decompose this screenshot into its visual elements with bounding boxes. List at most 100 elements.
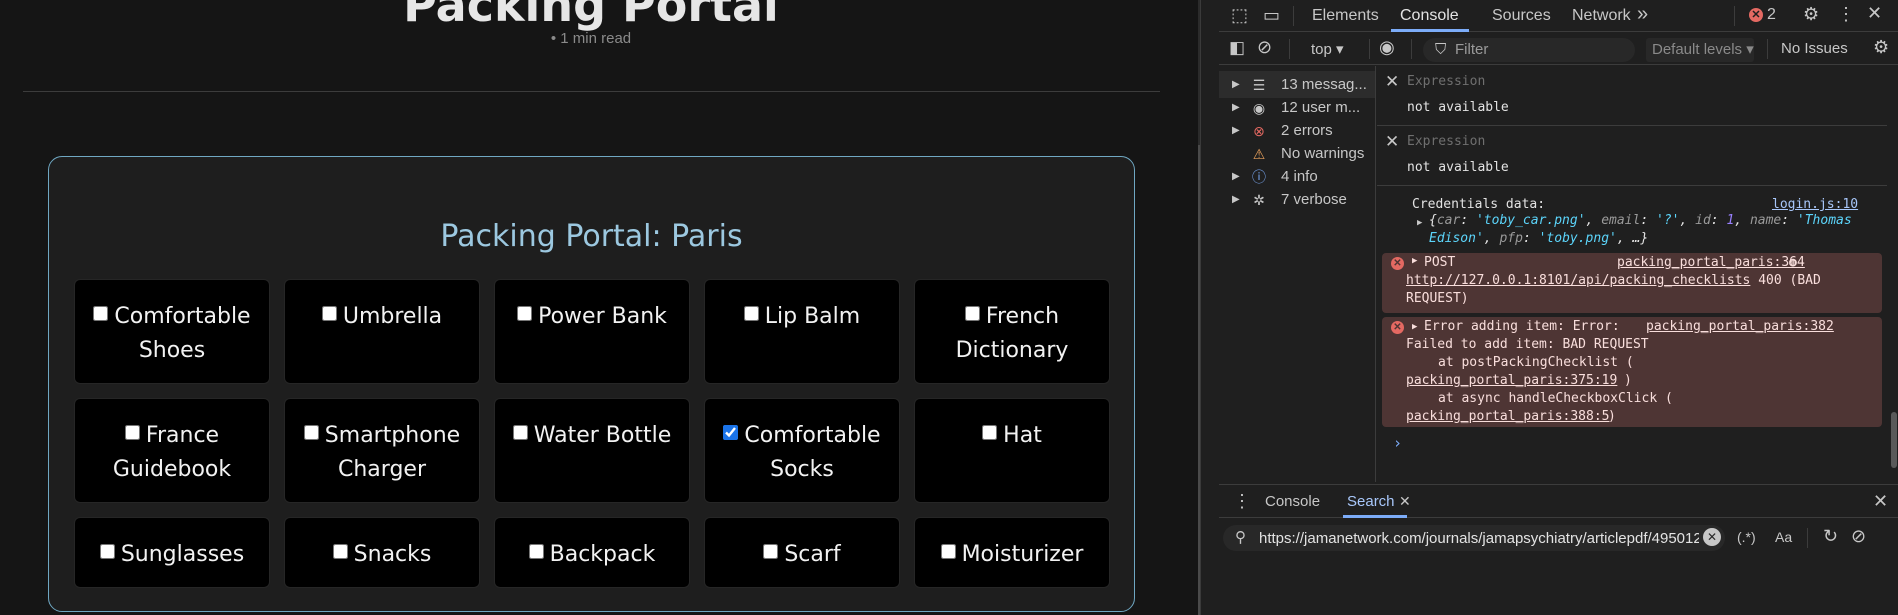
console-scrollbar-thumb[interactable]	[1891, 412, 1897, 468]
packing-item-checkbox[interactable]	[93, 306, 109, 321]
packing-item[interactable]: Backpack	[494, 517, 690, 588]
packing-item-checkbox[interactable]	[517, 306, 533, 321]
packing-item[interactable]: Umbrella	[284, 279, 480, 384]
drawer-tab-console[interactable]: Console	[1265, 493, 1320, 510]
close-devtools-icon[interactable]: ✕	[1867, 3, 1882, 24]
stack-link[interactable]: packing_portal_paris:375:19	[1406, 373, 1617, 388]
packing-item[interactable]: Comfortable Shoes	[74, 279, 270, 384]
packing-item[interactable]: Lip Balm	[704, 279, 900, 384]
expression-input[interactable]: Expression	[1407, 74, 1485, 89]
error-count-badge[interactable]: ✕ 2	[1749, 6, 1776, 24]
packing-item[interactable]: Sunglasses	[74, 517, 270, 588]
live-expression[interactable]: ✕ Expression not available	[1377, 126, 1887, 186]
network-request-icon[interactable]: ◍	[1789, 255, 1797, 270]
log-source-link[interactable]: login.js:10	[1772, 197, 1858, 212]
packing-item[interactable]: French Dictionary	[914, 279, 1110, 384]
packing-item-checkbox[interactable]	[124, 425, 140, 440]
packing-item-checkbox[interactable]	[743, 306, 759, 321]
packing-item[interactable]: Hat	[914, 398, 1110, 503]
drawer-menu-icon[interactable]: ⋮	[1233, 491, 1251, 512]
tab-network[interactable]: Network	[1572, 7, 1631, 25]
live-expression-eye-icon[interactable]: ◉	[1379, 37, 1395, 58]
packing-item-label: Hat	[1003, 423, 1042, 448]
divider	[23, 91, 1160, 92]
log-levels-select[interactable]: Default levels ▾	[1646, 38, 1754, 62]
tab-sources[interactable]: Sources	[1492, 7, 1551, 25]
regex-toggle[interactable]: (.*)	[1737, 529, 1756, 545]
packing-item-checkbox[interactable]	[321, 306, 337, 321]
packing-item-checkbox[interactable]	[512, 425, 528, 440]
packing-item[interactable]: Snacks	[284, 517, 480, 588]
remove-expression-icon[interactable]: ✕	[1385, 72, 1399, 92]
stack-link[interactable]: packing_portal_paris:388:5	[1406, 409, 1610, 424]
packing-item-checkbox[interactable]	[303, 425, 319, 440]
more-options-icon[interactable]: ⋮	[1837, 4, 1855, 25]
sidebar-toggle-icon[interactable]: ◧	[1229, 38, 1245, 58]
packing-item-label: Moisturizer	[961, 542, 1084, 567]
packing-item-checkbox[interactable]	[763, 544, 779, 559]
log-credentials: Credentials data: login.js:10 ▶ {car: 't…	[1377, 190, 1887, 250]
request-url-link[interactable]: http://127.0.0.1:8101/api/packing_checkl…	[1406, 273, 1750, 288]
expand-icon[interactable]: ▶	[1412, 322, 1417, 332]
separator	[1369, 39, 1370, 59]
credentials-object[interactable]: {car: 'toby_car.png', email: '?', id: 1,…	[1429, 212, 1881, 248]
inspect-element-icon[interactable]: ⬚	[1231, 5, 1248, 26]
issues-button[interactable]: No Issues	[1781, 40, 1848, 57]
context-select[interactable]: top ▾	[1311, 40, 1344, 58]
expand-arrow-icon[interactable]: ▶	[1232, 186, 1240, 213]
log-source-link[interactable]: packing_portal_paris:364	[1617, 255, 1805, 270]
packing-item-checkbox[interactable]	[940, 544, 956, 559]
settings-gear-icon[interactable]: ⚙	[1803, 4, 1819, 25]
device-toolbar-icon[interactable]: ▭	[1263, 5, 1280, 26]
close-search-tab-icon[interactable]: ✕	[1399, 493, 1411, 510]
search-input[interactable]: ⚲ https://jamanetwork.com/journals/jamap…	[1223, 525, 1725, 551]
separator	[1411, 39, 1412, 59]
expand-object-icon[interactable]: ▶	[1417, 218, 1422, 228]
packing-item-checkbox[interactable]	[99, 544, 115, 559]
packing-item-label: Lip Balm	[764, 304, 861, 329]
packing-item-label: Comfortable Socks	[744, 423, 881, 482]
packing-item[interactable]: Moisturizer	[914, 517, 1110, 588]
page-title: Packing Portal	[403, 0, 779, 32]
packing-item-checkbox[interactable]	[964, 306, 980, 321]
sidebar-filter-label: 7 verbose	[1281, 191, 1347, 208]
remove-expression-icon[interactable]: ✕	[1385, 132, 1399, 152]
clear-search-icon[interactable]: ✕	[1703, 528, 1721, 546]
expression-input[interactable]: Expression	[1407, 134, 1485, 149]
drawer-tab-search[interactable]: Search	[1347, 493, 1395, 510]
console-scrollbar[interactable]	[1889, 190, 1898, 480]
error-icon: ⊗	[1253, 123, 1265, 139]
more-tabs-icon[interactable]: »	[1637, 3, 1648, 26]
tab-elements[interactable]: Elements	[1312, 7, 1379, 25]
packing-item[interactable]: Water Bottle	[494, 398, 690, 503]
tab-console[interactable]: Console	[1400, 7, 1459, 25]
packing-item-checkbox[interactable]	[528, 544, 544, 559]
error-detail: http://127.0.0.1:8101/api/packing_checkl…	[1406, 272, 1876, 308]
close-drawer-icon[interactable]: ✕	[1873, 491, 1888, 512]
console-settings-icon[interactable]: ⚙	[1873, 37, 1889, 58]
sidebar-filter-item[interactable]: ▶ ✲ 7 verbose	[1219, 186, 1375, 213]
match-case-toggle[interactable]: Aa	[1775, 529, 1792, 545]
packing-item-checkbox[interactable]	[723, 425, 739, 440]
packing-item[interactable]: Smartphone Charger	[284, 398, 480, 503]
refresh-icon[interactable]: ↻	[1823, 526, 1838, 547]
devtools-resize-handle[interactable]	[1200, 0, 1219, 615]
expression-result: not available	[1407, 100, 1509, 115]
packing-item[interactable]: Comfortable Socks	[704, 398, 900, 503]
clear-console-icon[interactable]: ⊘	[1257, 37, 1272, 58]
expand-icon[interactable]: ▶	[1412, 256, 1417, 266]
console-prompt[interactable]: ›	[1393, 434, 1402, 452]
packing-item-checkbox[interactable]	[982, 425, 998, 440]
devtools-tab-bar: ⬚ ▭ Elements Console Sources Network » ✕…	[1219, 0, 1898, 32]
filter-input[interactable]: ⛉ Filter	[1423, 38, 1635, 62]
packing-item-checkbox[interactable]	[332, 544, 348, 559]
console-toolbar: ◧ ⊘ top ▾ ◉ ⛉ Filter Default levels ▾ No…	[1219, 33, 1898, 65]
log-source-link[interactable]: packing_portal_paris:382	[1646, 319, 1834, 334]
drawer-tab-bar: ⋮ Console Search ✕ ✕	[1219, 485, 1898, 518]
packing-item[interactable]: Scarf	[704, 517, 900, 588]
packing-item[interactable]: Power Bank	[494, 279, 690, 384]
portal-heading: Packing Portal: Paris	[440, 219, 743, 254]
live-expression[interactable]: ✕ Expression not available	[1377, 66, 1887, 126]
clear-results-icon[interactable]: ⊘	[1851, 526, 1866, 547]
packing-item[interactable]: France Guidebook	[74, 398, 270, 503]
